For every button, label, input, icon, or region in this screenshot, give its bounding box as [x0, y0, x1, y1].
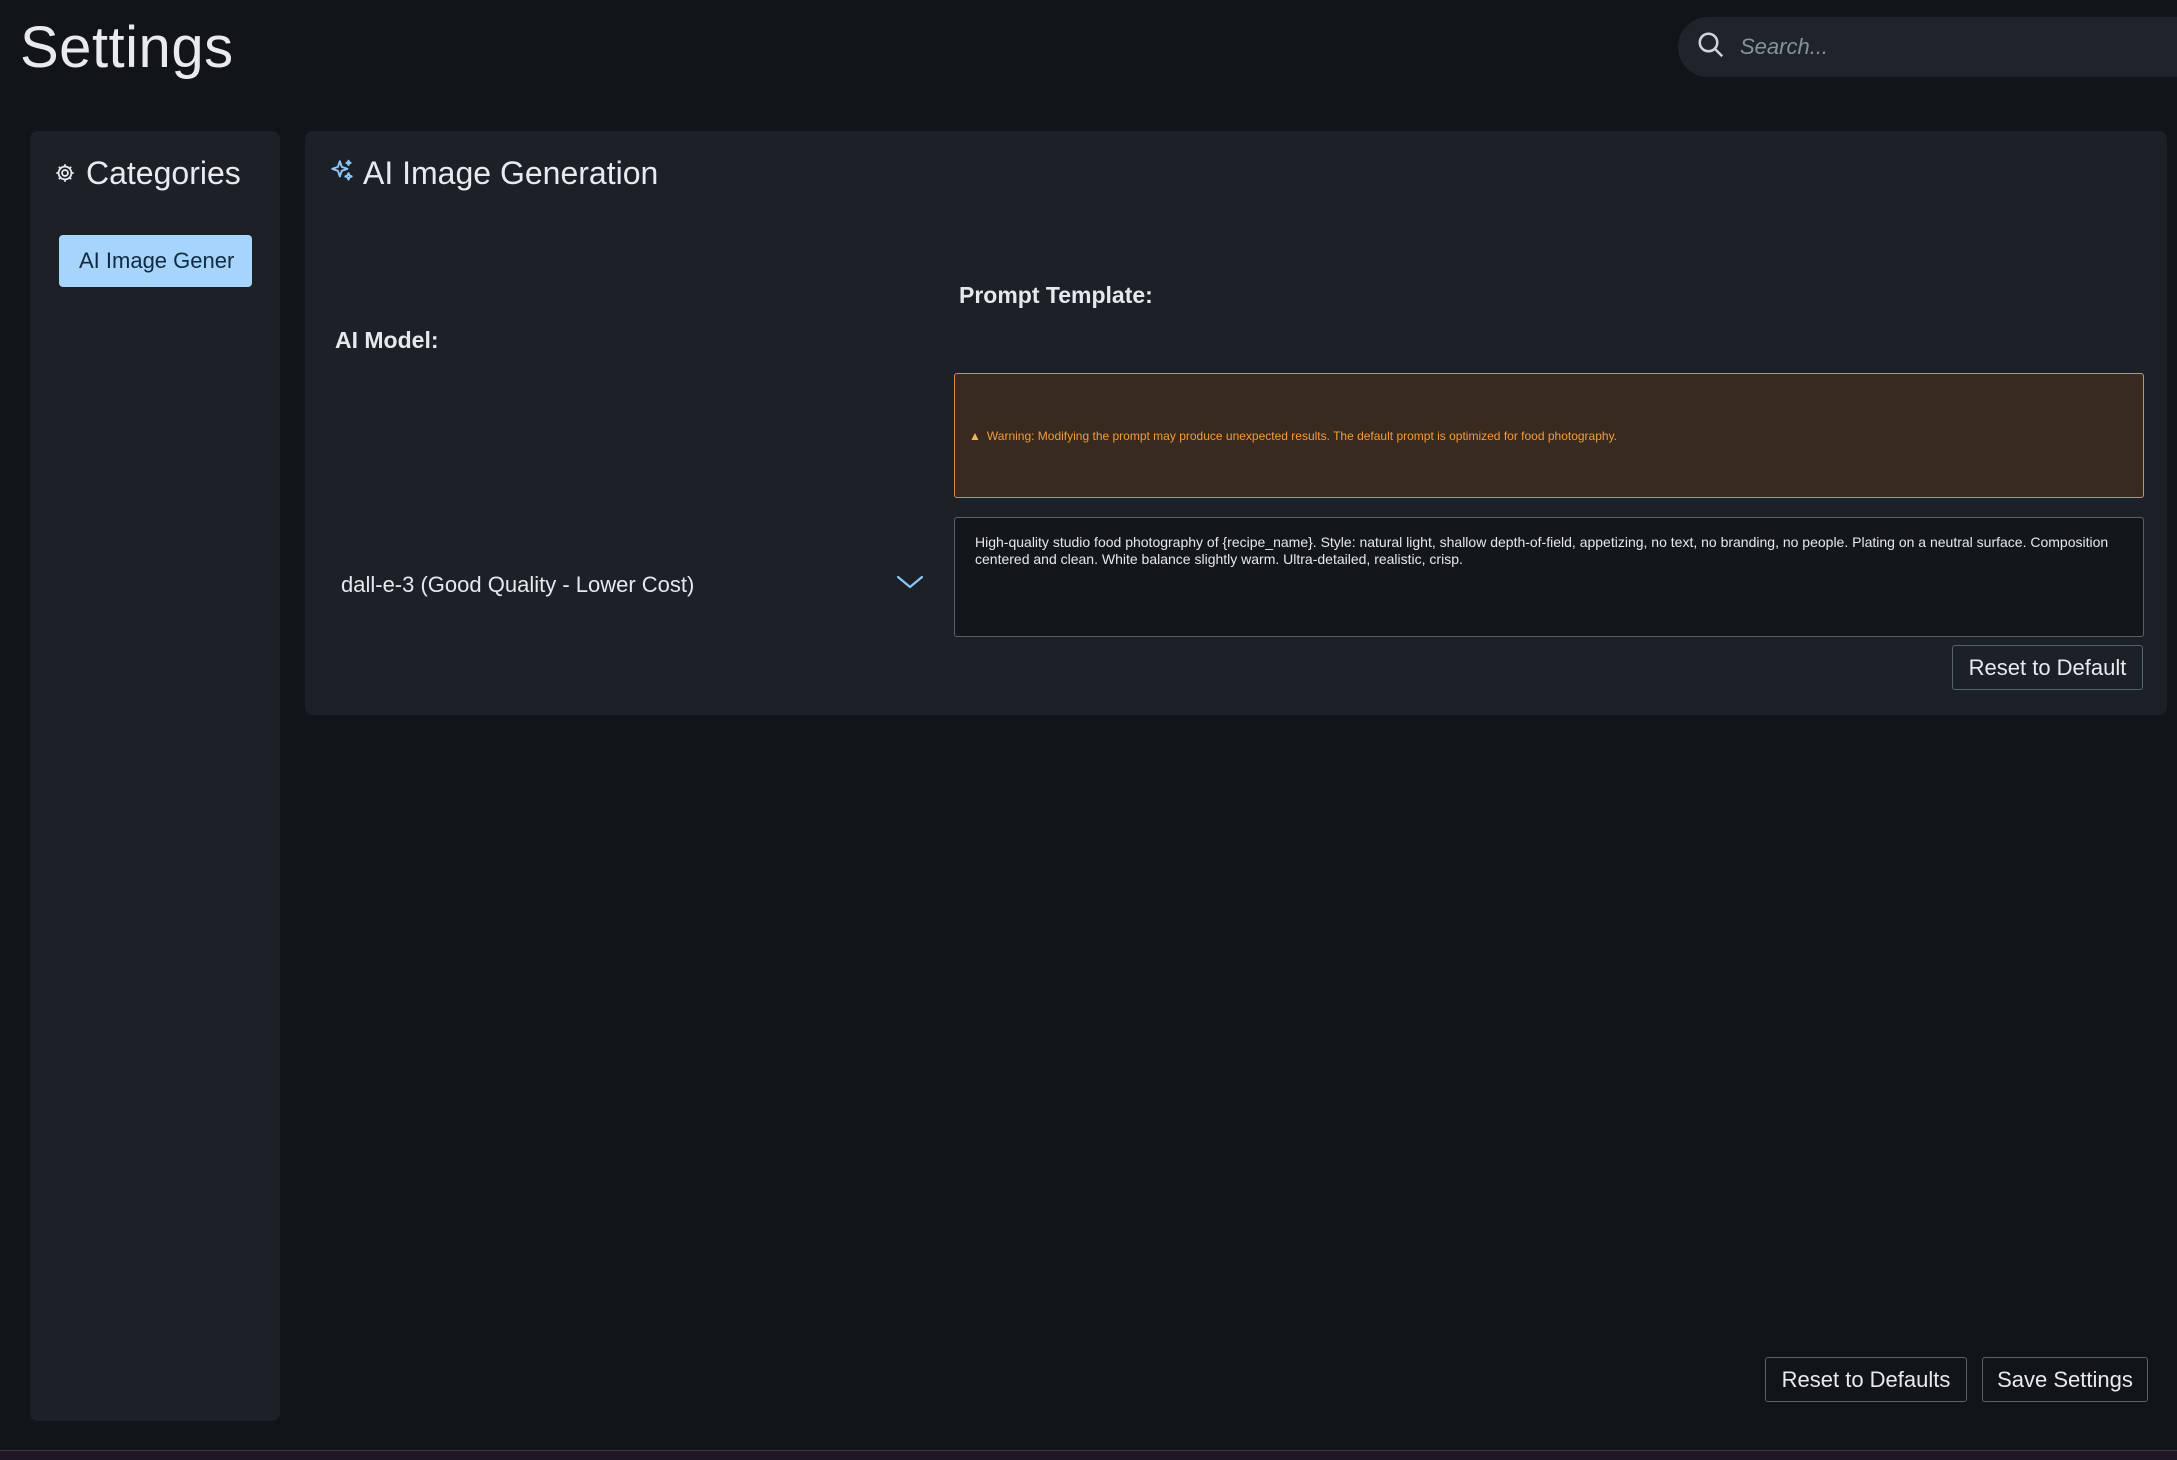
save-settings-button[interactable]: Save Settings — [1982, 1357, 2148, 1402]
reset-to-defaults-button[interactable]: Reset to Defaults — [1765, 1357, 1967, 1402]
section-header: AI Image Generation — [329, 155, 658, 192]
search-icon — [1696, 30, 1726, 65]
prompt-warning: ▲ Warning: Modifying the prompt may prod… — [954, 373, 2144, 498]
bottom-edge — [0, 1450, 2177, 1460]
search-bar[interactable] — [1678, 17, 2177, 77]
sidebar-item-ai-image-generation[interactable]: AI Image Gener — [59, 235, 252, 287]
section-title: AI Image Generation — [363, 155, 659, 191]
prompt-template-label: Prompt Template: — [959, 282, 1153, 308]
chevron-down-icon — [895, 572, 925, 598]
warning-icon: ▲ — [969, 428, 981, 443]
sidebar-title: Categories — [86, 155, 241, 191]
sparkles-icon — [329, 155, 355, 192]
ai-model-select[interactable]: dall-e-3 (Good Quality - Lower Cost) — [335, 555, 935, 615]
reset-to-default-button[interactable]: Reset to Default — [1952, 645, 2143, 690]
ai-model-label: AI Model: — [335, 327, 439, 353]
sidebar-header: Categories — [54, 155, 241, 192]
warning-text: Warning: Modifying the prompt may produc… — [986, 428, 1618, 443]
ai-model-value: dall-e-3 (Good Quality - Lower Cost) — [341, 572, 695, 597]
ai-image-generation-panel: AI Image Generation AI Model: dall-e-3 (… — [305, 131, 2167, 715]
prompt-template-textarea[interactable] — [954, 517, 2144, 637]
search-input[interactable] — [1740, 34, 2140, 60]
page-title: Settings — [20, 15, 234, 80]
gear-icon — [54, 155, 76, 192]
categories-sidebar: Categories AI Image Gener — [30, 131, 280, 1421]
